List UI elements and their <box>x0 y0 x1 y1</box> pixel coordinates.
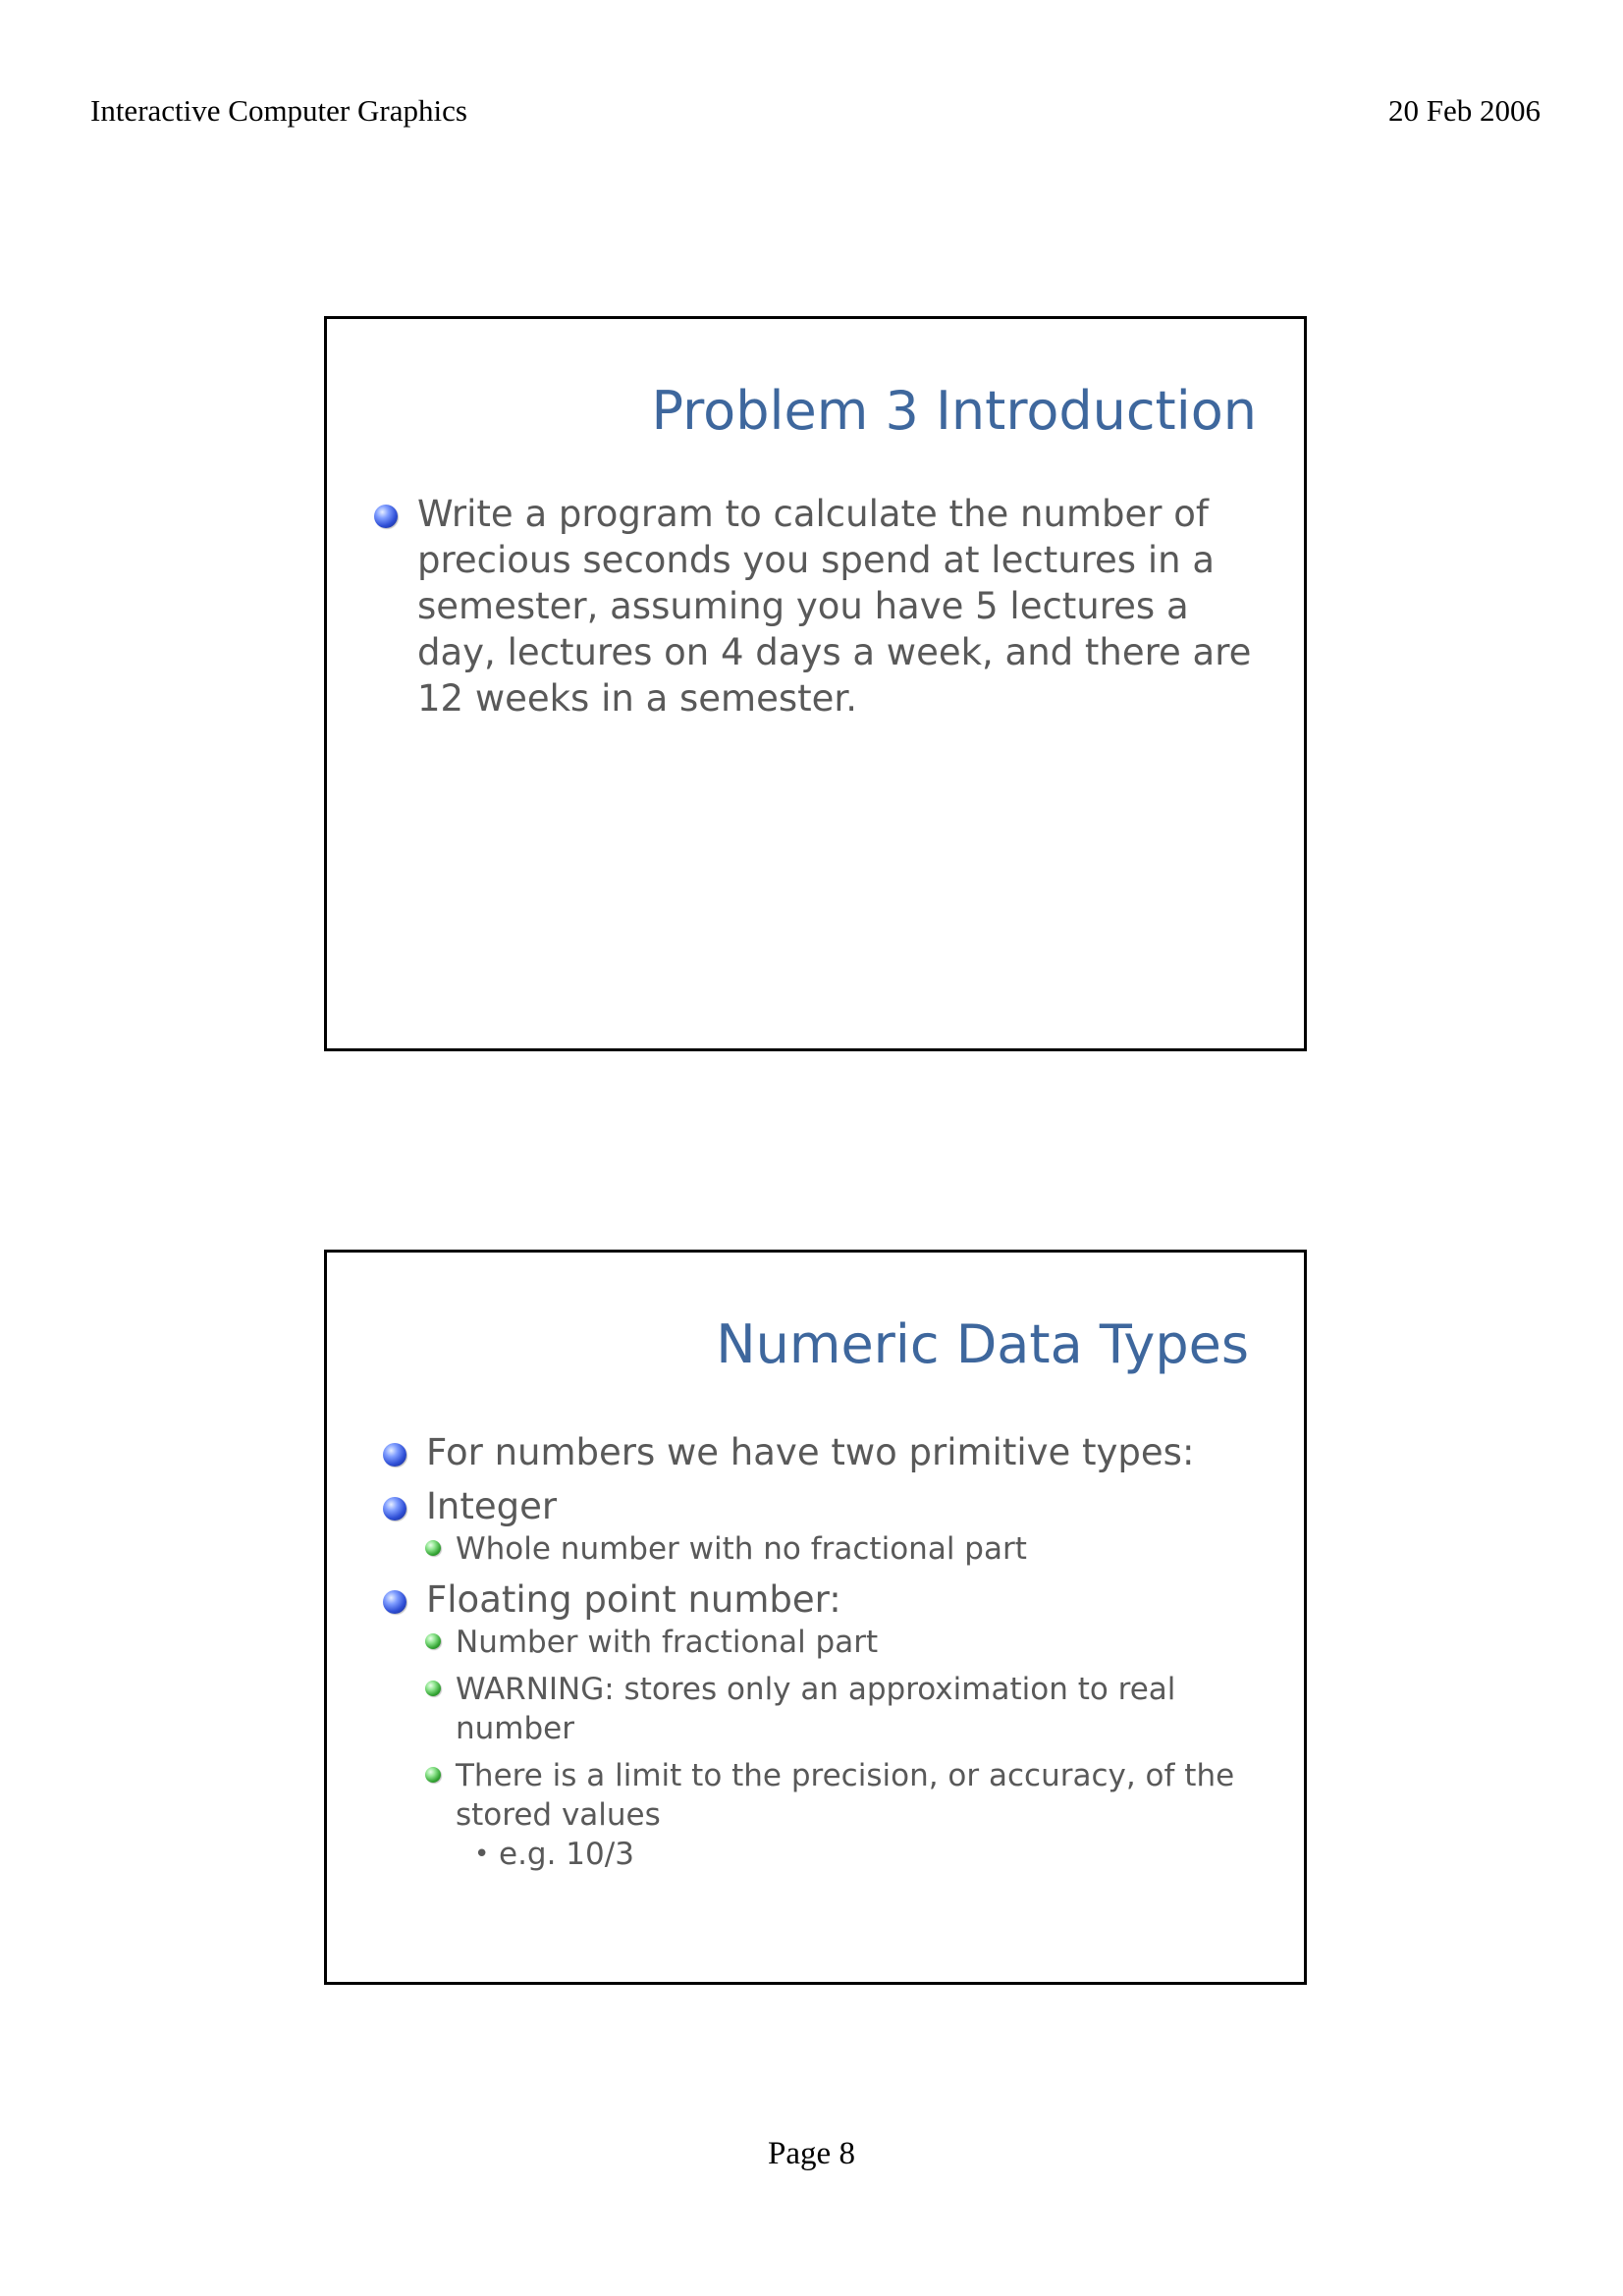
green-sphere-bullet-icon <box>425 1681 441 1696</box>
sub-bullet-text: There is a limit to the precision, or ac… <box>456 1758 1235 1833</box>
bullet-list: For numbers we have two primitive types:… <box>383 1429 1247 1882</box>
slide-title: Numeric Data Types <box>716 1313 1249 1375</box>
sub-bullet-text: Whole number with no fractional part <box>456 1531 1027 1567</box>
slide-title: Problem 3 Introduction <box>651 380 1257 442</box>
green-sphere-bullet-icon <box>425 1767 441 1783</box>
sub-sub-bullet-text: e.g. 10/3 <box>499 1837 634 1872</box>
sub-bullet-text: WARNING: stores only an approximation to… <box>456 1672 1176 1746</box>
sub-bullet-list: Whole number with no fractional part <box>425 1529 1247 1569</box>
slide-problem-3-introduction: Problem 3 Introduction Write a program t… <box>324 316 1307 1051</box>
list-item: Integer Whole number with no fractional … <box>383 1483 1247 1569</box>
list-item: There is a limit to the precision, or ac… <box>425 1756 1247 1874</box>
page-number: Page 8 <box>768 2136 855 2171</box>
blue-sphere-bullet-icon <box>383 1497 406 1521</box>
blue-sphere-bullet-icon <box>383 1590 406 1614</box>
bullet-text: Floating point number: <box>426 1578 841 1621</box>
list-item: Write a program to calculate the number … <box>374 491 1258 721</box>
list-item: Whole number with no fractional part <box>425 1529 1247 1569</box>
bullet-text: Write a program to calculate the number … <box>417 493 1252 720</box>
bullet-text: Integer <box>426 1485 558 1527</box>
blue-sphere-bullet-icon <box>383 1443 406 1467</box>
small-dot-bullet-icon: • <box>474 1840 490 1869</box>
list-item: WARNING: stores only an approximation to… <box>425 1670 1247 1748</box>
bullet-text: For numbers we have two primitive types: <box>426 1431 1195 1473</box>
sub-bullet-list: Number with fractional part WARNING: sto… <box>425 1623 1247 1874</box>
green-sphere-bullet-icon <box>425 1633 441 1649</box>
running-header-date: 20 Feb 2006 <box>1388 93 1541 128</box>
slide-numeric-data-types: Numeric Data Types For numbers we have t… <box>324 1250 1307 1985</box>
list-item: • e.g. 10/3 <box>456 1835 1247 1874</box>
list-item: Number with fractional part <box>425 1623 1247 1662</box>
bullet-list: Write a program to calculate the number … <box>374 491 1258 721</box>
list-item: Floating point number: Number with fract… <box>383 1576 1247 1874</box>
blue-sphere-bullet-icon <box>374 505 398 528</box>
list-item: For numbers we have two primitive types: <box>383 1429 1247 1475</box>
sub-bullet-text: Number with fractional part <box>456 1625 879 1660</box>
running-header-title: Interactive Computer Graphics <box>90 93 467 128</box>
green-sphere-bullet-icon <box>425 1540 441 1556</box>
sub-sub-bullet-list: • e.g. 10/3 <box>456 1835 1247 1874</box>
